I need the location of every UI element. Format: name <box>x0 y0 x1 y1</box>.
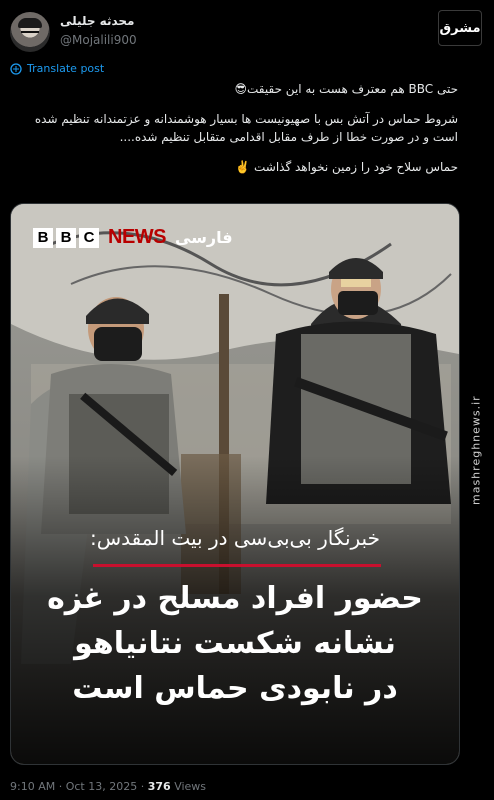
separator: · <box>58 780 66 793</box>
views-count: 376 <box>147 780 171 793</box>
separator: · <box>140 780 148 793</box>
post-date[interactable]: Oct 13, 2025 <box>66 780 138 793</box>
source-logo: مشرق <box>438 10 482 46</box>
bbc-language: فارسی <box>175 228 233 247</box>
author-name[interactable]: محدثه جلیلی <box>60 14 134 28</box>
translate-link[interactable]: Translate post <box>10 62 104 75</box>
caption-divider <box>93 564 381 567</box>
avatar[interactable] <box>10 12 50 52</box>
tweet-media-image[interactable]: B B C NEWS فارسی خبرنگار بی‌بی‌سی در بیت… <box>10 203 460 765</box>
translate-icon <box>10 62 22 75</box>
post-time[interactable]: 9:10 AM <box>10 780 55 793</box>
tweet-header: محدثه جلیلی @Mojalili900 مشرق <box>0 0 494 56</box>
bbc-letter: B <box>56 227 76 248</box>
author-handle[interactable]: @Mojalili900 <box>60 33 137 47</box>
tweet-line: شروط حماس در آتش بس با صهیونیست ها بسیار… <box>34 112 458 144</box>
tweet-line: حتی BBC هم معترف هست به این حقیقت😎 <box>234 82 458 96</box>
image-headline: حضور افراد مسلح در غزه نشانه شکست نتانیا… <box>11 576 459 711</box>
translate-label[interactable]: Translate post <box>27 62 104 75</box>
tweet-footer: 9:10 AM · Oct 13, 2025 · 376 Views <box>10 780 206 793</box>
bbc-news-label: NEWS <box>108 226 167 248</box>
views-label: Views <box>174 780 207 793</box>
image-caption: خبرنگار بی‌بی‌سی در بیت المقدس: <box>90 526 380 550</box>
bbc-logo: B B C NEWS فارسی <box>33 226 233 249</box>
tweet-text: حتی BBC هم معترف هست به این حقیقت😎 شروط … <box>10 78 458 176</box>
tweet-line: حماس سلاح خود را زمین نخواهد گذاشت ✌️ <box>235 160 458 174</box>
headline-line: نشانه شکست نتانیاهو <box>74 626 396 661</box>
bbc-letter: C <box>79 227 99 248</box>
bbc-letter: B <box>33 227 53 248</box>
headline-line: در نابودی حماس است <box>72 671 398 706</box>
headline-line: حضور افراد مسلح در غزه <box>47 581 423 616</box>
site-watermark: mashreghnews.ir <box>469 395 483 505</box>
